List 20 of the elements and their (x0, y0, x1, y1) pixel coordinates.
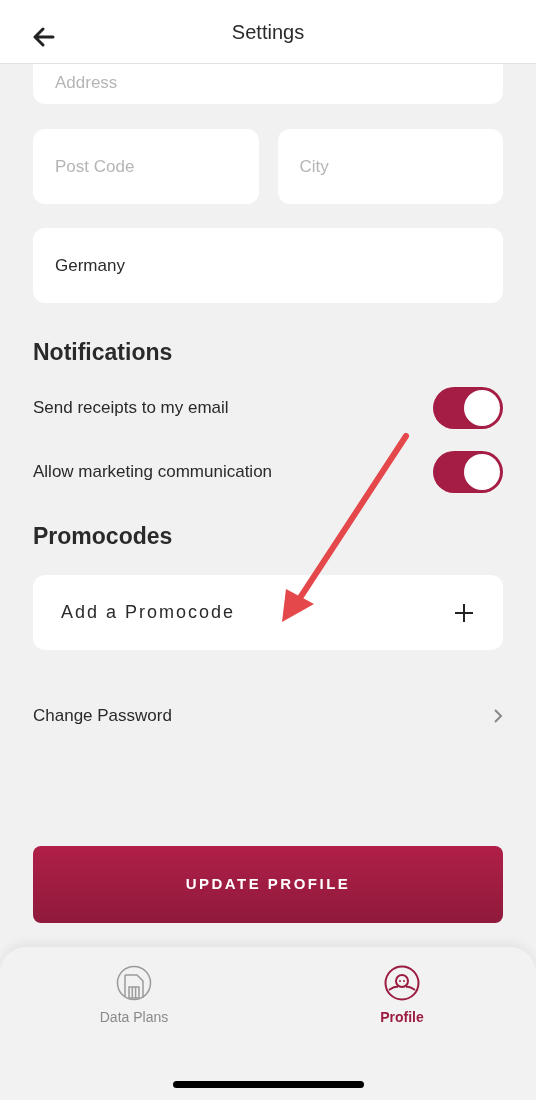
text-field[interactable]: City (277, 129, 503, 204)
text-field[interactable]: Post Code (33, 129, 259, 204)
add-promocode-button[interactable]: Add a Promocode (33, 575, 503, 650)
change-password-link[interactable]: Change Password (33, 696, 503, 736)
sim-card-icon (116, 965, 152, 1001)
header-title: Settings (231, 19, 305, 45)
profile-icon (384, 965, 420, 1001)
update-profile-button[interactable]: UPDATE PROFILE (33, 846, 503, 923)
chevron-right-icon (494, 709, 503, 723)
section-heading: Promocodes (33, 521, 174, 551)
plus-icon (455, 603, 473, 622)
back-arrow-icon[interactable] (33, 27, 55, 47)
address-field[interactable]: Address (33, 62, 503, 104)
country-field[interactable]: Germany (33, 228, 503, 303)
toggle-label: Send receipts to my email (33, 396, 229, 419)
toggle-switch[interactable] (433, 450, 503, 493)
section-heading: Notifications (33, 338, 174, 367)
nav-tab[interactable]: Profile (380, 965, 424, 1028)
toggle-label: Allow marketing communication (33, 460, 273, 483)
toggle-switch[interactable] (433, 386, 503, 429)
